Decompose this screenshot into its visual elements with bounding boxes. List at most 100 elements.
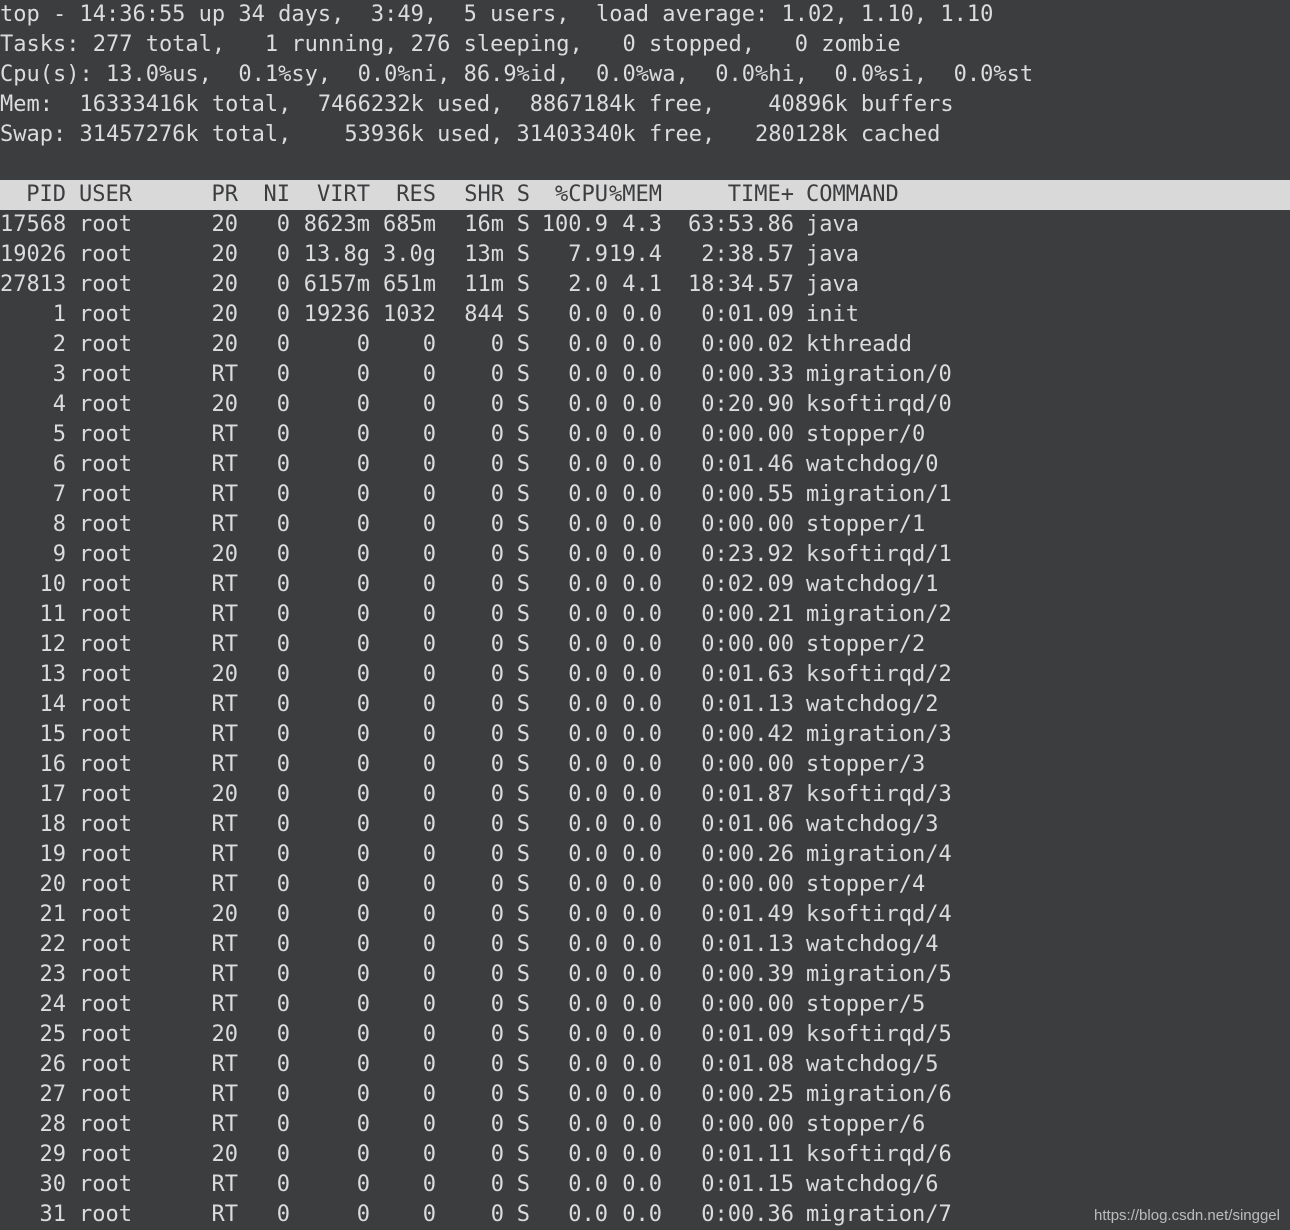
process-res: 0 xyxy=(422,932,436,957)
process-pid: 21 xyxy=(39,902,67,927)
process-time: 0:00.00 xyxy=(701,872,794,897)
process-shr: 11m xyxy=(464,272,504,297)
process-mem: 0.0 xyxy=(622,1202,662,1227)
process-time: 0:01.11 xyxy=(701,1142,794,1167)
column-header-shr: SHR xyxy=(464,182,504,207)
column-header-command: COMMAND xyxy=(806,182,899,207)
process-row: 19026 root 20 0 13.8g 3.0g 13m S 7.9 19.4 2:38.57 j… xyxy=(0,240,1290,270)
process-user: root xyxy=(79,662,132,687)
process-shr: 0 xyxy=(490,572,504,597)
process-nice: 0 xyxy=(276,1202,290,1227)
process-virt: 0 xyxy=(356,542,370,567)
process-priority: 20 xyxy=(211,542,239,567)
process-mem: 0.0 xyxy=(622,752,662,777)
process-virt: 0 xyxy=(356,332,370,357)
process-pid: 25 xyxy=(39,1022,67,1047)
process-pid: 12 xyxy=(39,632,67,657)
process-state: S xyxy=(516,452,530,477)
process-virt: 0 xyxy=(356,1142,370,1167)
process-user: root xyxy=(79,1202,132,1227)
process-user: root xyxy=(79,452,132,477)
process-mem: 0.0 xyxy=(622,1022,662,1047)
process-cpu: 0.0 xyxy=(568,722,608,747)
process-time: 0:00.00 xyxy=(701,752,794,777)
process-state: S xyxy=(516,932,530,957)
process-state: S xyxy=(516,602,530,627)
process-shr: 0 xyxy=(490,752,504,777)
process-virt: 0 xyxy=(356,842,370,867)
process-cpu: 0.0 xyxy=(568,572,608,597)
process-state: S xyxy=(516,722,530,747)
process-row: 6 root RT 0 0 0 0 S 0.0 0.0 0:01.46 watchdog/0 xyxy=(0,450,1290,480)
process-state: S xyxy=(516,1112,530,1137)
process-cpu: 0.0 xyxy=(568,872,608,897)
process-user: root xyxy=(79,722,132,747)
process-mem: 0.0 xyxy=(622,992,662,1017)
process-shr: 0 xyxy=(490,872,504,897)
process-nice: 0 xyxy=(276,902,290,927)
process-user: root xyxy=(79,842,132,867)
process-res: 0 xyxy=(422,452,436,477)
process-user: root xyxy=(79,362,132,387)
process-row: 10 root RT 0 0 0 0 S 0.0 0.0 0:02.09 watchdog/1 xyxy=(0,570,1290,600)
process-shr: 0 xyxy=(490,542,504,567)
process-pid: 30 xyxy=(39,1172,67,1197)
process-virt: 0 xyxy=(356,992,370,1017)
process-time: 0:00.55 xyxy=(701,482,794,507)
process-time: 0:00.00 xyxy=(701,1112,794,1137)
process-priority: RT xyxy=(211,452,239,477)
process-state: S xyxy=(516,1082,530,1107)
process-time: 0:01.13 xyxy=(701,932,794,957)
process-nice: 0 xyxy=(276,692,290,717)
process-res: 0 xyxy=(422,812,436,837)
process-command: ksoftirqd/2 xyxy=(806,662,952,687)
process-time: 0:00.39 xyxy=(701,962,794,987)
process-res: 0 xyxy=(422,722,436,747)
process-mem: 0.0 xyxy=(622,1142,662,1167)
terminal-window[interactable]: top - 14:36:55 up 34 days, 3:49, 5 users… xyxy=(0,0,1290,1230)
process-command: migration/7 xyxy=(806,1202,952,1227)
process-virt: 0 xyxy=(356,782,370,807)
process-res: 0 xyxy=(422,422,436,447)
process-shr: 16m xyxy=(464,212,504,237)
process-cpu: 0.0 xyxy=(568,752,608,777)
process-user: root xyxy=(79,422,132,447)
process-priority: RT xyxy=(211,842,239,867)
process-row: 27 root RT 0 0 0 0 S 0.0 0.0 0:00.25 migration/6 xyxy=(0,1080,1290,1110)
process-virt: 0 xyxy=(356,422,370,447)
process-row: 27813 root 20 0 6157m 651m 11m S 2.0 4.1 18:34.57 j… xyxy=(0,270,1290,300)
process-priority: 20 xyxy=(211,332,239,357)
process-pid: 7 xyxy=(52,482,66,507)
process-time: 0:00.00 xyxy=(701,632,794,657)
process-command: watchdog/1 xyxy=(806,572,939,597)
process-user: root xyxy=(79,812,132,837)
process-mem: 0.0 xyxy=(622,452,662,477)
process-command: watchdog/2 xyxy=(806,692,939,717)
process-command: ksoftirqd/3 xyxy=(806,782,952,807)
process-shr: 0 xyxy=(490,662,504,687)
process-mem: 0.0 xyxy=(622,722,662,747)
process-shr: 0 xyxy=(490,962,504,987)
process-virt: 0 xyxy=(356,692,370,717)
process-cpu: 0.0 xyxy=(568,902,608,927)
process-nice: 0 xyxy=(276,842,290,867)
process-time: 0:00.33 xyxy=(701,362,794,387)
process-nice: 0 xyxy=(276,722,290,747)
process-virt: 0 xyxy=(356,1082,370,1107)
process-virt: 6157m xyxy=(303,272,370,297)
process-priority: RT xyxy=(211,812,239,837)
process-virt: 0 xyxy=(356,722,370,747)
process-nice: 0 xyxy=(276,302,290,327)
process-row: 30 root RT 0 0 0 0 S 0.0 0.0 0:01.15 watchdog/6 xyxy=(0,1170,1290,1200)
process-user: root xyxy=(79,542,132,567)
process-shr: 0 xyxy=(490,842,504,867)
process-pid: 3 xyxy=(52,362,66,387)
process-state: S xyxy=(516,512,530,537)
process-mem: 0.0 xyxy=(622,1112,662,1137)
process-mem: 0.0 xyxy=(622,782,662,807)
process-pid: 15 xyxy=(39,722,67,747)
process-mem: 0.0 xyxy=(622,482,662,507)
process-user: root xyxy=(79,752,132,777)
process-priority: 20 xyxy=(211,272,239,297)
process-cpu: 0.0 xyxy=(568,1082,608,1107)
